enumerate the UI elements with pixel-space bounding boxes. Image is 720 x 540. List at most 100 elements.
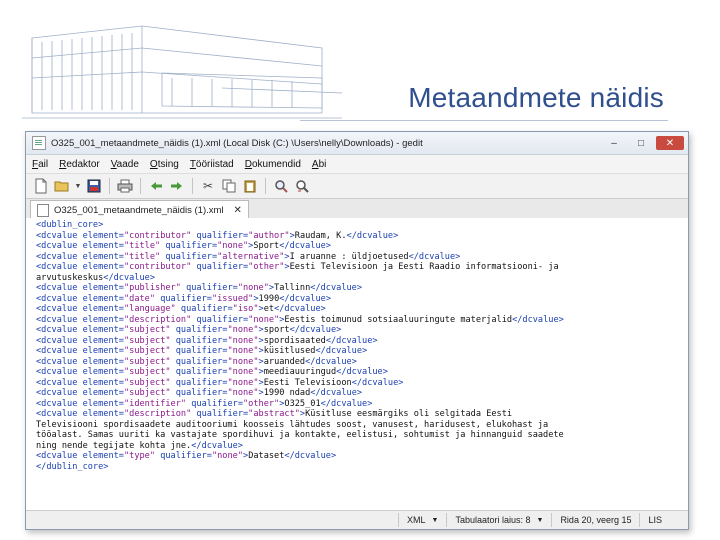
code-token: qualifier= — [170, 367, 228, 377]
menu-file[interactable]: Fail — [32, 159, 48, 170]
code-line[interactable]: <dcvalue element="subject" qualifier="no… — [36, 325, 684, 336]
code-line[interactable]: <dcvalue element="language" qualifier="i… — [36, 304, 684, 315]
tab-document[interactable]: O325_001_metaandmete_näidis (1).xml ✕ — [30, 200, 249, 219]
code-token: qualifier= — [170, 346, 228, 356]
code-token: element= — [82, 304, 124, 314]
code-token: 1990 ndad — [263, 388, 311, 398]
code-token: "type" — [123, 451, 156, 461]
code-line[interactable]: <dcvalue element="publisher" qualifier="… — [36, 283, 684, 294]
open-dropdown-icon[interactable]: ▼ — [74, 177, 82, 195]
code-token: "none" — [217, 241, 249, 251]
code-line[interactable]: <dcvalue element="subject" qualifier="no… — [36, 378, 684, 389]
code-token: <dcvalue — [36, 335, 83, 346]
code-line[interactable]: ning nende tegijate kohta jne.</dcvalue> — [36, 441, 684, 452]
print-icon[interactable] — [116, 177, 134, 195]
code-token: "none" — [227, 346, 259, 356]
code-line[interactable]: <dcvalue element="description" qualifier… — [36, 315, 684, 326]
building-sketch-illustration — [22, 25, 342, 119]
code-line[interactable]: <dcvalue element="identifier" qualifier=… — [36, 399, 684, 410]
code-token: "other" — [243, 398, 280, 409]
code-line[interactable]: <dcvalue element="date" qualifier="issue… — [36, 294, 684, 305]
close-button[interactable]: ✕ — [656, 136, 684, 150]
code-line[interactable]: <dcvalue element="type" qualifier="none"… — [36, 451, 684, 462]
code-line[interactable]: <dcvalue element="contributor" qualifier… — [36, 262, 684, 273]
code-token: <dcvalue — [36, 409, 83, 419]
redo-icon[interactable] — [168, 177, 186, 195]
menu-edit[interactable]: Redaktor — [59, 159, 100, 170]
paste-icon[interactable] — [241, 177, 259, 195]
code-token: </dcvalue> — [274, 304, 326, 314]
menu-help[interactable]: Abi — [312, 159, 326, 170]
tab-width-label: Tabulaatori laius: 8 — [455, 515, 531, 525]
code-line[interactable]: <dcvalue element="subject" qualifier="no… — [36, 357, 684, 368]
code-token: </dcvalue> — [279, 293, 331, 304]
code-token: element= — [82, 377, 124, 388]
code-line[interactable]: </dublin_core> — [36, 462, 684, 473]
code-token: "subject" — [123, 356, 171, 367]
code-token: <dublin_core> — [36, 220, 104, 230]
code-token: "issued" — [211, 293, 254, 304]
code-token: </dcvalue> — [191, 440, 243, 451]
code-token: 1990 — [258, 293, 280, 304]
code-line[interactable]: <dcvalue element="subject" qualifier="no… — [36, 388, 684, 399]
tab-close-icon[interactable]: ✕ — [234, 205, 242, 216]
language-selector[interactable]: XML ▼ — [398, 513, 446, 527]
code-token: element= — [82, 283, 124, 293]
minimize-button[interactable]: – — [602, 135, 626, 151]
code-token: küsitlused — [263, 346, 316, 356]
code-line[interactable]: <dcvalue element="title" qualifier="alte… — [36, 252, 684, 263]
tab-label: O325_001_metaandmete_näidis (1).xml — [54, 204, 224, 216]
open-icon[interactable] — [53, 177, 71, 195]
code-token: O325_01 — [284, 398, 321, 409]
code-token: <dcvalue — [36, 377, 83, 388]
code-token: qualifier= — [170, 325, 228, 335]
new-document-icon[interactable] — [32, 177, 50, 195]
code-token: qualifier= — [160, 241, 218, 251]
code-token: element= — [82, 388, 124, 398]
code-token: "none" — [227, 377, 259, 388]
maximize-button[interactable]: □ — [629, 135, 653, 151]
code-line[interactable]: <dcvalue element="subject" qualifier="no… — [36, 367, 684, 378]
tab-width-selector[interactable]: Tabulaatori laius: 8 ▼ — [446, 513, 551, 527]
menu-view[interactable]: Vaade — [111, 159, 139, 170]
menu-documents[interactable]: Dokumendid — [245, 159, 301, 170]
text-editor[interactable]: <dublin_core> <dcvalue element="contribut… — [26, 218, 688, 511]
code-token: element= — [82, 293, 124, 304]
window-title: O325_001_metaandmete_näidis (1).xml (Loc… — [51, 137, 423, 149]
replace-icon[interactable] — [293, 177, 311, 195]
code-token: "none" — [211, 451, 243, 461]
code-line[interactable]: Televisiooni spordisaadete auditooriumi … — [36, 420, 684, 431]
code-line[interactable]: arvutuskeskus</dcvalue> — [36, 273, 684, 284]
document-icon — [37, 203, 49, 217]
code-token: "none" — [227, 388, 259, 398]
code-token: element= — [82, 262, 124, 272]
code-line[interactable]: <dublin_core> — [36, 220, 684, 231]
code-token: </dcvalue> — [512, 314, 564, 325]
code-line[interactable]: <dcvalue element="subject" qualifier="no… — [36, 346, 684, 357]
copy-icon[interactable] — [220, 177, 238, 195]
toolbar-separator — [192, 178, 193, 194]
undo-icon[interactable] — [147, 177, 165, 195]
code-token: element= — [82, 251, 124, 262]
window-titlebar[interactable]: O325_001_metaandmete_näidis (1).xml (Loc… — [26, 132, 688, 155]
code-line[interactable]: tööalast. Samas uuriti ka vastajate spor… — [36, 430, 684, 441]
code-line[interactable]: <dcvalue element="description" qualifier… — [36, 409, 684, 420]
code-token: element= — [82, 346, 124, 356]
code-line[interactable]: <dcvalue element="subject" qualifier="no… — [36, 336, 684, 347]
menu-tools[interactable]: Tööriistad — [190, 159, 234, 170]
code-line[interactable]: <dcvalue element="contributor" qualifier… — [36, 231, 684, 242]
menu-search[interactable]: Otsing — [150, 159, 179, 170]
code-token: </dcvalue> — [310, 283, 363, 293]
code-token: "contributor" — [123, 230, 192, 241]
find-icon[interactable] — [272, 177, 290, 195]
code-token: Eesti Televisioon ja Eesti Raadio inform… — [289, 262, 559, 272]
cut-icon[interactable]: ✂ — [199, 177, 217, 195]
code-token: element= — [82, 241, 124, 251]
code-token: <dcvalue — [36, 398, 83, 409]
code-line[interactable]: <dcvalue element="title" qualifier="none… — [36, 241, 684, 252]
code-token: </dcvalue> — [279, 241, 331, 251]
code-token: "contributor" — [123, 262, 192, 272]
code-token: </dcvalue> — [305, 356, 357, 367]
code-token: "subject" — [123, 377, 171, 388]
save-icon[interactable] — [85, 177, 103, 195]
